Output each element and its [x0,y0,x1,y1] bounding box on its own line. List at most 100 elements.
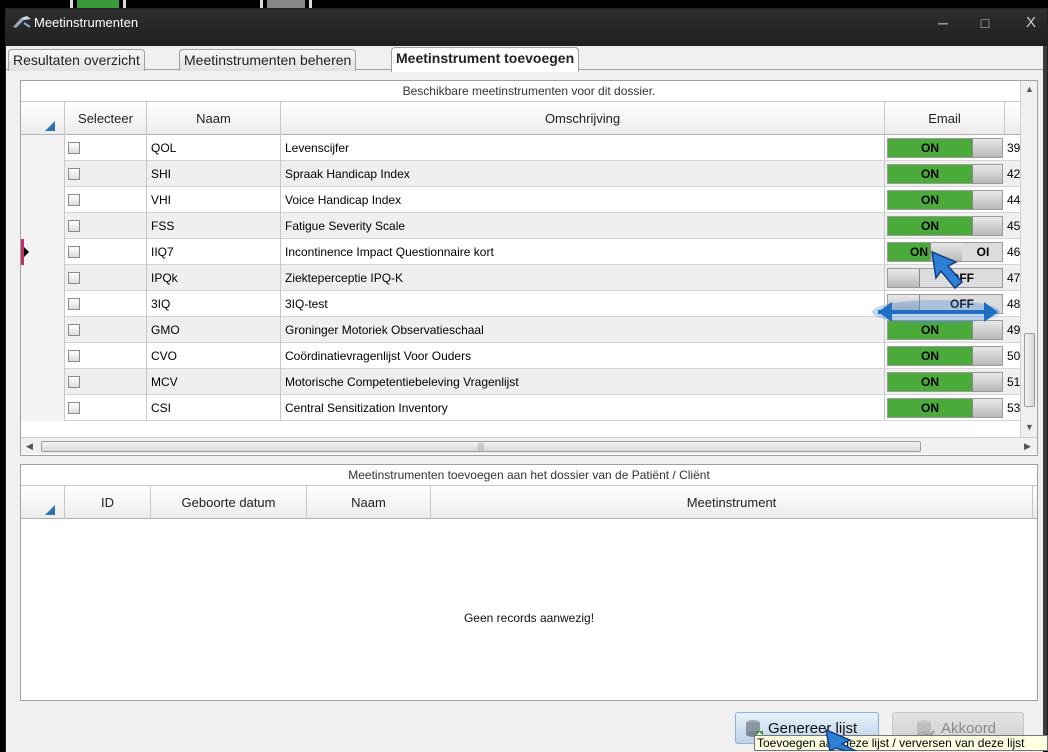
select-checkbox[interactable] [68,402,80,414]
select-checkbox[interactable] [68,194,80,206]
select-checkbox[interactable] [68,220,80,232]
toggle-on-label: ON [888,165,972,183]
table-row[interactable]: CSI Central Sensitization Inventory ON 5… [21,395,1021,421]
tab-results-overview[interactable]: Resultaten overzicht [8,49,145,71]
table-row[interactable]: 3IQ 3IQ-test OFF 48 [21,291,1021,317]
scroll-left-icon[interactable]: ◀ [21,438,38,455]
table-row[interactable]: QOL Levenscijfer ON 39 [21,135,1021,161]
select-checkbox[interactable] [68,142,80,154]
email-toggle[interactable]: ON [887,216,1003,236]
select-checkbox[interactable] [68,376,80,388]
header-select[interactable]: Selecteer [65,102,147,135]
select-checkbox[interactable] [68,168,80,180]
select-cell [65,187,147,213]
title-bar[interactable]: Meetinstrumenten ─ □ X [6,9,1047,46]
row-indicator[interactable] [21,213,65,239]
scroll-down-icon[interactable]: ▼ [1021,419,1038,436]
toggle-knob [972,165,1002,183]
email-toggle[interactable]: ON [887,398,1003,418]
select-checkbox[interactable] [68,298,80,310]
select-checkbox[interactable] [68,272,80,284]
name-cell: GMO [147,317,281,343]
app-icon [13,16,31,28]
select-checkbox[interactable] [68,350,80,362]
toggle-knob[interactable] [930,243,962,261]
header-id[interactable]: ID [65,486,151,519]
scroll-right-icon[interactable]: ▶ [1019,438,1036,455]
toggle-on-label: ON [888,217,972,235]
row-indicator[interactable] [21,239,65,265]
header-description[interactable]: Omschrijving [281,102,885,135]
description-cell: Levenscijfer [281,135,885,161]
name-cell: IPQk [147,265,281,291]
header-corner[interactable] [21,102,65,135]
header-birthdate[interactable]: Geboorte datum [151,486,307,519]
select-checkbox[interactable] [68,324,80,336]
header-instrument[interactable]: Meetinstrument [431,486,1033,519]
toggle-off-label: OFF [920,269,1002,287]
toggle-knob [972,347,1002,365]
select-cell [65,239,147,265]
table-row[interactable]: MCV Motorische Competentiebeleving Vrage… [21,369,1021,395]
email-toggle[interactable]: ON [887,372,1003,392]
description-cell: Fatigue Severity Scale [281,213,885,239]
toggle-on-label: ON [888,347,972,365]
table-row[interactable]: SHI Spraak Handicap Index ON 42 [21,161,1021,187]
header-name[interactable]: Naam [307,486,431,519]
close-icon[interactable]: X [1018,14,1044,32]
email-cell: OFF [885,291,1005,317]
strip-green-marker [70,0,126,8]
header-name[interactable]: Naam [147,102,281,135]
minimize-icon[interactable]: ─ [930,14,956,32]
vertical-scrollbar[interactable]: ▲ ▼ [1020,81,1037,437]
name-cell: IIQ7 [147,239,281,265]
toggle-on-label: ON [888,399,972,417]
email-cell: ON [885,343,1005,369]
table-row[interactable]: GMO Groninger Motoriek Observatieschaal … [21,317,1021,343]
row-indicator[interactable] [21,317,65,343]
description-cell: Ziekteperceptie IPQ-K [281,265,885,291]
row-indicator[interactable] [21,265,65,291]
row-indicator[interactable] [21,187,65,213]
vertical-scroll-thumb[interactable] [1024,333,1035,407]
email-toggle[interactable]: ON [887,346,1003,366]
select-cell [65,135,147,161]
corner-triangle-icon [45,505,55,515]
table-row[interactable]: IPQk Ziekteperceptie IPQ-K OFF 47 [21,265,1021,291]
empty-message: Geen records aanwezig! [463,611,595,625]
header-corner[interactable] [21,486,65,519]
email-toggle[interactable]: OFF [887,268,1003,288]
tab-manage-instruments[interactable]: Meetinstrumenten beheren [179,49,357,71]
email-toggle[interactable]: ON [887,164,1003,184]
toggle-on-label: ON [888,191,972,209]
email-toggle[interactable]: OFF [887,294,1003,314]
email-toggle[interactable]: ON OI [887,242,1003,262]
grid-caption: Beschikbare meetinstrumenten voor dit do… [21,81,1037,102]
description-cell: Voice Handicap Index [281,187,885,213]
name-cell: 3IQ [147,291,281,317]
header-email[interactable]: Email [885,102,1005,135]
email-toggle[interactable]: ON [887,320,1003,340]
horizontal-scrollbar[interactable]: ◀ ||| ▶ [21,437,1037,454]
tab-add-instrument[interactable]: Meetinstrument toevoegen [391,47,580,72]
table-row[interactable]: CVO Coördinatievragenlijst Voor Ouders O… [21,343,1021,369]
row-indicator[interactable] [21,343,65,369]
row-indicator[interactable] [21,135,65,161]
select-cell [65,343,147,369]
table-row-current[interactable]: IIQ7 Incontinence Impact Questionnaire k… [21,239,1021,265]
row-indicator[interactable] [21,291,65,317]
email-toggle[interactable]: ON [887,190,1003,210]
row-indicator[interactable] [21,395,65,421]
select-cell [65,213,147,239]
toggle-knob [972,373,1002,391]
select-checkbox[interactable] [68,246,80,258]
table-row[interactable]: VHI Voice Handicap Index ON 44 [21,187,1021,213]
row-indicator[interactable] [21,161,65,187]
scroll-up-icon[interactable]: ▲ [1021,81,1038,98]
row-indicator[interactable] [21,369,65,395]
table-row[interactable]: FSS Fatigue Severity Scale ON 45 [21,213,1021,239]
horizontal-scroll-thumb[interactable]: ||| [41,441,921,452]
corner-triangle-icon [45,121,55,131]
maximize-icon[interactable]: □ [972,14,998,32]
email-toggle[interactable]: ON [887,138,1003,158]
